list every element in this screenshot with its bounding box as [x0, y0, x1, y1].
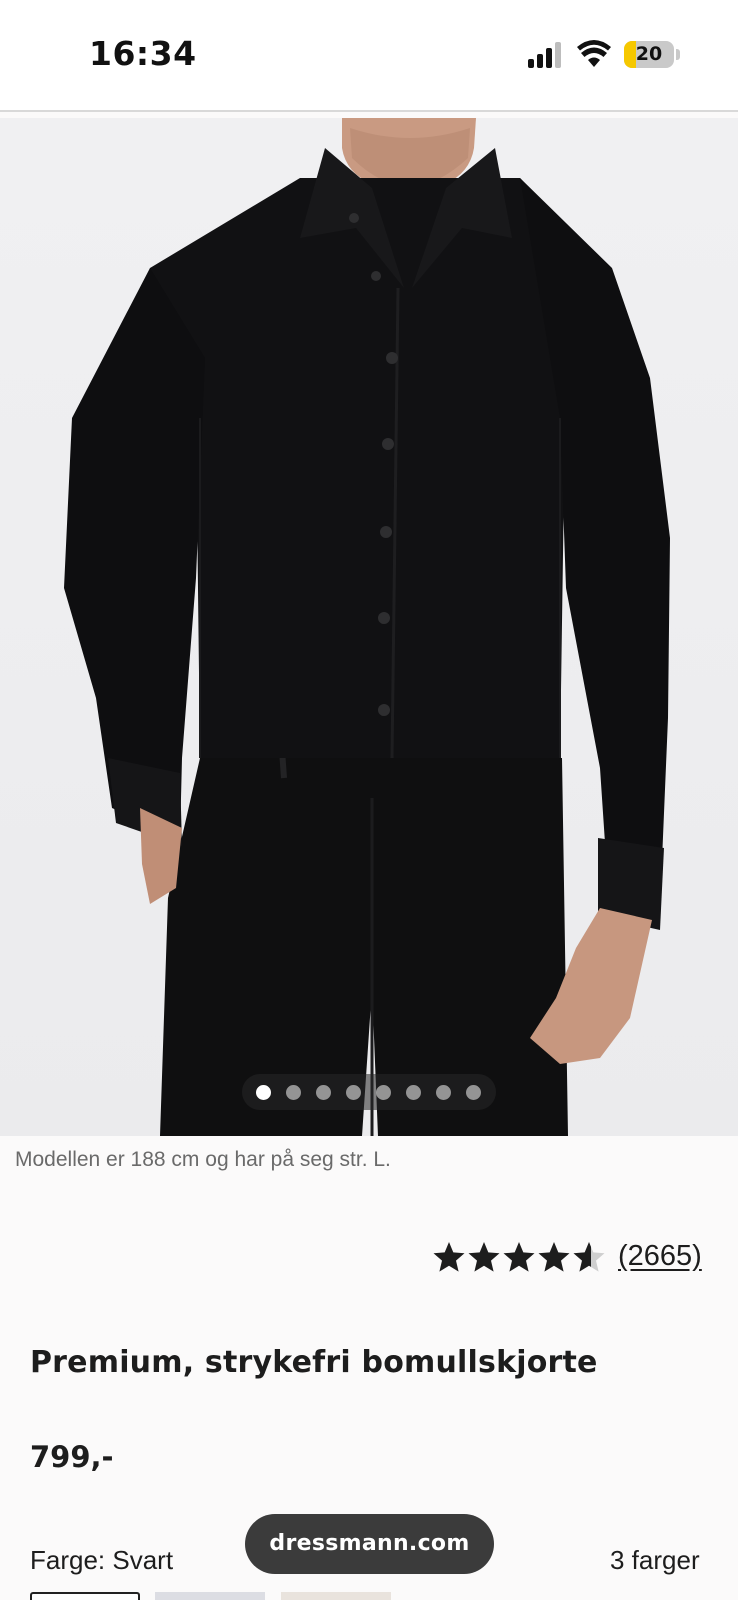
- product-price: 799,-: [30, 1440, 114, 1474]
- carousel-dot[interactable]: [286, 1085, 301, 1100]
- star-icon: [538, 1242, 570, 1272]
- star-icon: [433, 1242, 465, 1272]
- product-rating[interactable]: (2665): [432, 1238, 712, 1280]
- star-icon: [503, 1242, 535, 1272]
- product-title: Premium, strykefri bomullskjorte: [30, 1345, 598, 1380]
- carousel-indicator[interactable]: [242, 1074, 496, 1110]
- carousel-dot[interactable]: [346, 1085, 361, 1100]
- selected-color-label: Farge: Svart: [30, 1545, 174, 1575]
- status-bar: 16:34 20: [0, 0, 738, 112]
- star-icon: [468, 1242, 500, 1272]
- carousel-dot[interactable]: [436, 1085, 451, 1100]
- wifi-icon: [577, 40, 611, 67]
- color-swatch[interactable]: [281, 1592, 391, 1600]
- carousel-dot[interactable]: [376, 1085, 391, 1100]
- carousel-dot[interactable]: [316, 1085, 331, 1100]
- color-swatch-black[interactable]: [30, 1592, 140, 1600]
- review-count-link[interactable]: (2665): [618, 1240, 702, 1273]
- product-image-carousel[interactable]: [0, 118, 738, 1136]
- carousel-dot[interactable]: [256, 1085, 271, 1100]
- color-swatch[interactable]: [155, 1592, 265, 1600]
- browser-url-bar[interactable]: dressmann.com: [245, 1514, 494, 1574]
- carousel-dot[interactable]: [406, 1085, 421, 1100]
- signal-icon: [528, 42, 564, 68]
- status-time: 16:34: [89, 34, 197, 73]
- product-photo: [64, 118, 670, 1136]
- color-count[interactable]: 3 farger: [610, 1545, 700, 1576]
- model-size-note: Modellen er 188 cm og har på seg str. L.: [15, 1148, 391, 1171]
- battery-level: 20: [635, 43, 663, 65]
- battery-icon: 20: [624, 41, 674, 68]
- rating-stars-icon: [433, 1242, 605, 1272]
- battery-tip: [676, 49, 680, 60]
- carousel-dot[interactable]: [466, 1085, 481, 1100]
